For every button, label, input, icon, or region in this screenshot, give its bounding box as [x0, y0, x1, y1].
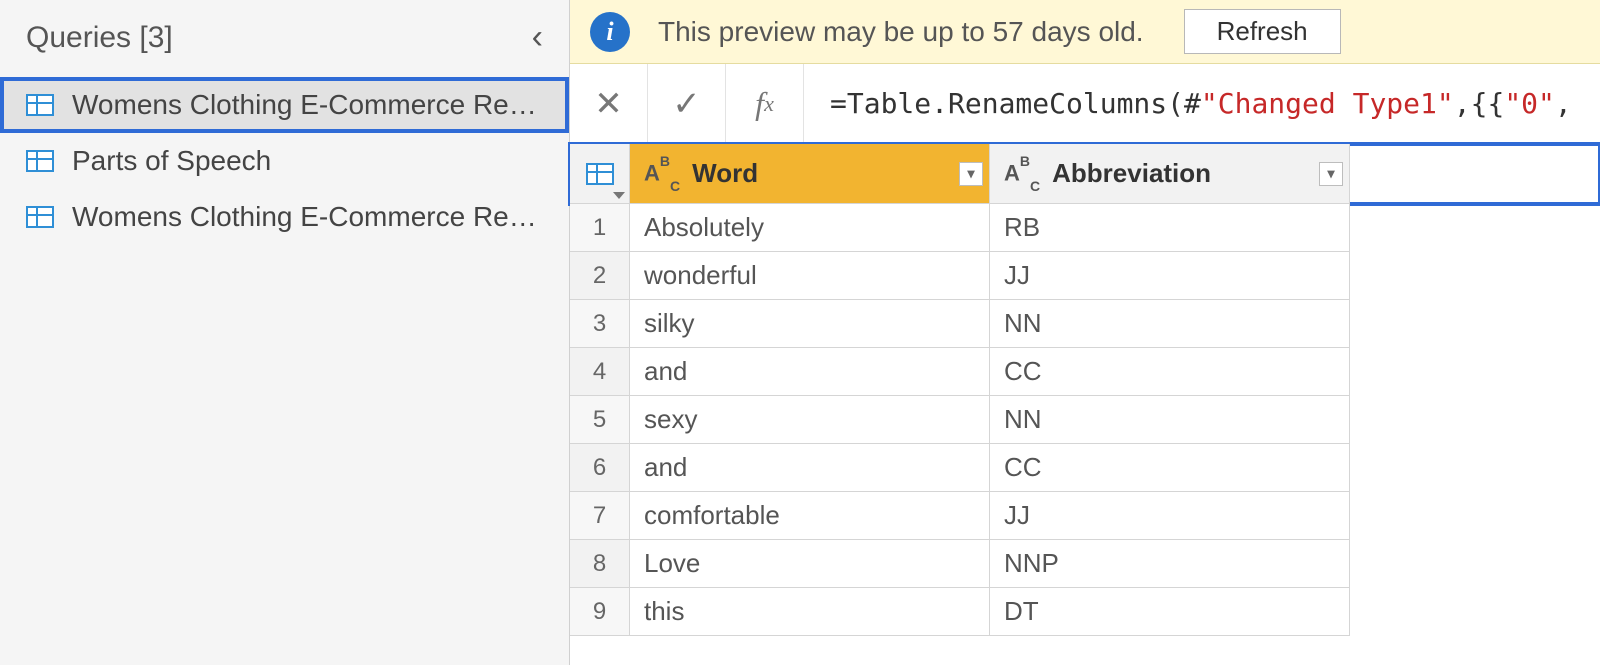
table-row[interactable]: 3silkyNN	[570, 300, 1600, 348]
cell-word[interactable]: Absolutely	[630, 204, 990, 252]
preview-stale-text: This preview may be up to 57 days old.	[658, 16, 1144, 48]
cancel-formula-icon[interactable]: ✕	[570, 64, 648, 143]
table-row[interactable]: 7comfortableJJ	[570, 492, 1600, 540]
cell-abbreviation[interactable]: NN	[990, 396, 1350, 444]
cell-abbreviation[interactable]: CC	[990, 444, 1350, 492]
table-row[interactable]: 5sexyNN	[570, 396, 1600, 444]
row-number-cell[interactable]: 7	[570, 492, 630, 540]
cell-word[interactable]: this	[630, 588, 990, 636]
cell-word[interactable]: sexy	[630, 396, 990, 444]
cell-word[interactable]: Love	[630, 540, 990, 588]
cell-abbreviation[interactable]: NN	[990, 300, 1350, 348]
cell-word[interactable]: and	[630, 348, 990, 396]
column-header-label: Abbreviation	[1052, 158, 1211, 189]
cell-word[interactable]: silky	[630, 300, 990, 348]
table-row[interactable]: 2wonderfulJJ	[570, 252, 1600, 300]
queries-pane-title: Queries [3]	[26, 21, 173, 55]
preview-stale-bar: i This preview may be up to 57 days old.…	[570, 0, 1600, 64]
select-all-cell[interactable]	[570, 144, 630, 204]
query-item[interactable]: Womens Clothing E-Commerce Reviews	[0, 77, 569, 133]
refresh-button[interactable]: Refresh	[1184, 9, 1341, 54]
row-number-cell[interactable]: 8	[570, 540, 630, 588]
row-number-cell[interactable]: 5	[570, 396, 630, 444]
table-icon	[586, 163, 614, 185]
text-type-icon: ABC	[1004, 159, 1040, 189]
query-item[interactable]: Parts of Speech	[0, 133, 569, 189]
queries-pane: Queries [3] ‹ Womens Clothing E-Commerce…	[0, 0, 570, 665]
table-row[interactable]: 4andCC	[570, 348, 1600, 396]
column-filter-dropdown[interactable]: ▾	[1319, 162, 1343, 186]
table-row[interactable]: 6andCC	[570, 444, 1600, 492]
formula-input[interactable]: = Table.RenameColumns (# "Changed Type1"…	[804, 87, 1590, 120]
cell-abbreviation[interactable]: JJ	[990, 252, 1350, 300]
data-grid: ABC Word ▾ ABC Abbreviation ▾ 1Absolutel…	[570, 144, 1600, 636]
table-row[interactable]: 8LoveNNP	[570, 540, 1600, 588]
query-item-label: Womens Clothing E-Commerce Reviews	[72, 89, 542, 121]
cell-word[interactable]: comfortable	[630, 492, 990, 540]
table-icon	[26, 94, 54, 116]
row-number-cell[interactable]: 2	[570, 252, 630, 300]
table-icon	[26, 150, 54, 172]
cell-abbreviation[interactable]: NNP	[990, 540, 1350, 588]
cell-word[interactable]: wonderful	[630, 252, 990, 300]
fx-icon[interactable]: fx	[726, 64, 804, 143]
column-filter-dropdown[interactable]: ▾	[959, 162, 983, 186]
dropdown-icon	[613, 192, 625, 199]
row-number-cell[interactable]: 4	[570, 348, 630, 396]
cell-abbreviation[interactable]: JJ	[990, 492, 1350, 540]
row-number-cell[interactable]: 3	[570, 300, 630, 348]
formula-bar: ✕ ✓ fx = Table.RenameColumns (# "Changed…	[570, 64, 1600, 144]
cell-abbreviation[interactable]: RB	[990, 204, 1350, 252]
column-header-word[interactable]: ABC Word ▾	[630, 144, 990, 204]
cell-word[interactable]: and	[630, 444, 990, 492]
info-icon: i	[590, 12, 630, 52]
accept-formula-icon[interactable]: ✓	[648, 64, 726, 143]
row-number-cell[interactable]: 6	[570, 444, 630, 492]
text-type-icon: ABC	[644, 159, 680, 189]
row-number-cell[interactable]: 1	[570, 204, 630, 252]
cell-abbreviation[interactable]: CC	[990, 348, 1350, 396]
query-item[interactable]: Womens Clothing E-Commerce Review...	[0, 189, 569, 245]
table-row[interactable]: 9thisDT	[570, 588, 1600, 636]
query-item-label: Parts of Speech	[72, 145, 271, 177]
column-header-label: Word	[692, 158, 758, 189]
collapse-pane-icon[interactable]: ‹	[526, 18, 549, 57]
cell-abbreviation[interactable]: DT	[990, 588, 1350, 636]
column-header-abbreviation[interactable]: ABC Abbreviation ▾	[990, 144, 1350, 204]
table-icon	[26, 206, 54, 228]
query-item-label: Womens Clothing E-Commerce Review...	[72, 201, 542, 233]
row-number-cell[interactable]: 9	[570, 588, 630, 636]
table-row[interactable]: 1AbsolutelyRB	[570, 204, 1600, 252]
